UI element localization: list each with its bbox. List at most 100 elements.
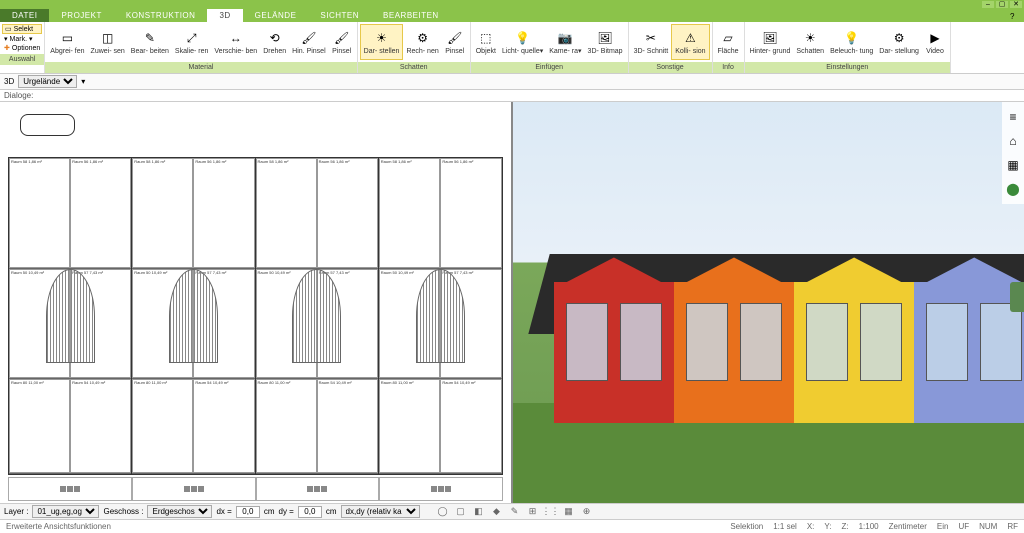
ribbon-btn-2-2[interactable]: 📷Kame- ra▾ bbox=[546, 24, 584, 60]
ribbon-btn-0-0[interactable]: ▭Abgrei- fen bbox=[47, 24, 87, 60]
ribbon-btn-1-2[interactable]: 🖌Pinsel bbox=[442, 24, 468, 60]
ribbon-btn-4-0[interactable]: ▱Fläche bbox=[715, 24, 742, 60]
tab-sichten[interactable]: SICHTEN bbox=[308, 9, 371, 22]
dy-label: dy = bbox=[279, 507, 294, 516]
ribbon-btn-0-1[interactable]: ◫Zuwei- sen bbox=[88, 24, 128, 60]
room: Raum 56 1,86 m² bbox=[440, 158, 502, 268]
ribbon-btn-3-1[interactable]: ⚠Kolli- sion bbox=[671, 24, 709, 60]
tree-icon[interactable]: ⬤ bbox=[1004, 180, 1022, 198]
group-label: Schatten bbox=[358, 62, 470, 73]
ribbon-icon: 🖌 bbox=[333, 29, 351, 47]
tab-konstruktion[interactable]: KONSTRUKTION bbox=[114, 9, 208, 22]
ribbon-icon: ◫ bbox=[99, 29, 117, 47]
ribbon-label: Dar- stellung bbox=[879, 48, 919, 55]
status-scale: 1:100 bbox=[859, 522, 879, 531]
bottom-toolbar: Layer : 01_ug,eg,og Geschoss : Erdgescho… bbox=[0, 503, 1024, 519]
house-1 bbox=[674, 282, 794, 422]
ribbon-btn-2-1[interactable]: 💡Licht- quelle▾ bbox=[499, 24, 546, 60]
window bbox=[620, 303, 662, 380]
dy-input[interactable] bbox=[298, 506, 322, 518]
tool-icon-1[interactable]: ◯ bbox=[436, 505, 450, 519]
dxdy-select[interactable]: dx,dy (relativ ka bbox=[341, 505, 420, 518]
tab-3d[interactable]: 3D bbox=[207, 9, 242, 22]
status-y: Y: bbox=[824, 522, 831, 531]
room-label: Raum 54 10,49 m² bbox=[442, 381, 475, 385]
floor: Raum 58 1,86 m²Raum 56 1,86 m² bbox=[9, 158, 131, 269]
close-button[interactable]: ✕ bbox=[1010, 1, 1022, 8]
palette-icon[interactable]: ▦ bbox=[1004, 156, 1022, 174]
optionen-button[interactable]: ✚Optionen bbox=[2, 44, 42, 52]
ribbon-btn-2-0[interactable]: ⬚Objekt bbox=[473, 24, 499, 60]
3d-view-pane[interactable]: ≡ ⌂ ▦ ⬤ bbox=[513, 102, 1024, 503]
ribbon-btn-0-6[interactable]: 🖌Hin. Pinsel bbox=[289, 24, 328, 60]
tool-icon-8[interactable]: ▦ bbox=[562, 505, 576, 519]
ribbon-icon: ☀ bbox=[373, 29, 391, 47]
ribbon-btn-0-4[interactable]: ↔Verschie- ben bbox=[211, 24, 260, 60]
side-tab[interactable] bbox=[1010, 282, 1024, 312]
tool-icon-9[interactable]: ⊕ bbox=[580, 505, 594, 519]
help-icon[interactable]: ? bbox=[1010, 12, 1020, 22]
ribbon-icon: ☀ bbox=[801, 29, 819, 47]
ribbon-btn-0-5[interactable]: ⟲Drehen bbox=[260, 24, 289, 60]
ribbon-btn-0-7[interactable]: 🖌Pinsel bbox=[329, 24, 355, 60]
ribbon-icon: ▱ bbox=[719, 29, 737, 47]
ribbon-btn-5-0[interactable]: 🖼Hinter- grund bbox=[747, 24, 794, 60]
min-button[interactable]: – bbox=[982, 1, 994, 8]
ribbon: ▭ Selekt ▾Mark. ▾ ✚Optionen Auswahl ▭Abg… bbox=[0, 22, 1024, 74]
menubar: DATEI PROJEKT KONSTRUKTION 3D GELÄNDE SI… bbox=[0, 8, 1024, 22]
room-label: Raum 54 10,49 m² bbox=[319, 381, 352, 385]
ribbon-btn-2-3[interactable]: 🖼3D- Bitmap bbox=[585, 24, 626, 60]
room-label: Raum 58 1,86 m² bbox=[11, 160, 42, 164]
room-label: Raum 54 10,49 m² bbox=[72, 381, 105, 385]
ribbon-label: Pinsel bbox=[332, 48, 351, 55]
tab-projekt[interactable]: PROJEKT bbox=[49, 9, 113, 22]
ribbon-btn-1-1[interactable]: ⚙Rech- nen bbox=[403, 24, 441, 60]
tool-icon-4[interactable]: ◆ bbox=[490, 505, 504, 519]
ribbon-btn-1-0[interactable]: ☀Dar- stellen bbox=[360, 24, 404, 60]
group-label: Einstellungen bbox=[745, 62, 950, 73]
house-icon[interactable]: ⌂ bbox=[1004, 132, 1022, 150]
geschoss-select[interactable]: Erdgeschos bbox=[147, 505, 212, 518]
house-3 bbox=[914, 282, 1024, 422]
ribbon-btn-3-0[interactable]: ✂3D- Schnitt bbox=[631, 24, 672, 60]
layer-select[interactable]: Urgelände bbox=[18, 75, 77, 88]
selekt-button[interactable]: ▭ Selekt bbox=[2, 24, 42, 34]
tool-icon-2[interactable]: ▢ bbox=[454, 505, 468, 519]
max-button[interactable]: ▢ bbox=[996, 1, 1008, 8]
tool-icon-3[interactable]: ◧ bbox=[472, 505, 486, 519]
tool-icon-5[interactable]: ✎ bbox=[508, 505, 522, 519]
dialog-label: Dialoge: bbox=[4, 91, 33, 100]
ribbon-btn-0-2[interactable]: ✎Bear- beiten bbox=[128, 24, 172, 60]
mark-button[interactable]: ▾Mark. ▾ bbox=[2, 35, 42, 43]
view-sidebar: ≡ ⌂ ▦ ⬤ bbox=[1002, 102, 1024, 204]
window bbox=[860, 303, 902, 380]
tab-bearbeiten[interactable]: BEARBEITEN bbox=[371, 9, 451, 22]
ribbon-btn-5-4[interactable]: ▶Video bbox=[922, 24, 948, 60]
layer-select-bottom[interactable]: 01_ug,eg,og bbox=[32, 505, 99, 518]
ribbon-icon: ⚙ bbox=[414, 29, 432, 47]
tab-gelaende[interactable]: GELÄNDE bbox=[243, 9, 309, 22]
floorplan-pane[interactable]: Raum 58 1,86 m²Raum 56 1,86 m²Raum 50 10… bbox=[0, 102, 513, 503]
room: Raum 80 11,00 m² bbox=[9, 379, 70, 473]
status-ein: Ein bbox=[937, 522, 949, 531]
tool-icon-6[interactable]: ⊞ bbox=[526, 505, 540, 519]
ribbon-btn-5-2[interactable]: 💡Beleuch- tung bbox=[827, 24, 876, 60]
room-label: Raum 56 1,86 m² bbox=[195, 160, 226, 164]
ribbon-btn-0-3[interactable]: ⤢Skalie- ren bbox=[172, 24, 211, 60]
room: Raum 58 1,86 m² bbox=[132, 158, 193, 268]
unit-1: Raum 58 1,86 m²Raum 56 1,86 m²Raum 50 10… bbox=[132, 158, 255, 474]
ribbon-icon: ⚙ bbox=[890, 29, 908, 47]
house-0 bbox=[554, 282, 674, 422]
ribbon-btn-5-3[interactable]: ⚙Dar- stellung bbox=[876, 24, 922, 60]
ribbon-label: Kolli- sion bbox=[675, 48, 705, 55]
ribbon-label: Dar- stellen bbox=[364, 48, 400, 55]
room-label: Raum 50 10,49 m² bbox=[11, 271, 44, 275]
layers-icon[interactable]: ≡ bbox=[1004, 108, 1022, 126]
tab-datei[interactable]: DATEI bbox=[0, 9, 49, 22]
room: Raum 58 1,86 m² bbox=[379, 158, 441, 268]
dropdown-icon[interactable]: ▾ bbox=[81, 77, 85, 86]
tool-icon-7[interactable]: ⋮⋮ bbox=[544, 505, 558, 519]
ribbon-btn-5-1[interactable]: ☀Schatten bbox=[793, 24, 827, 60]
dx-input[interactable] bbox=[236, 506, 260, 518]
ribbon-icon: 🖼 bbox=[596, 29, 614, 47]
